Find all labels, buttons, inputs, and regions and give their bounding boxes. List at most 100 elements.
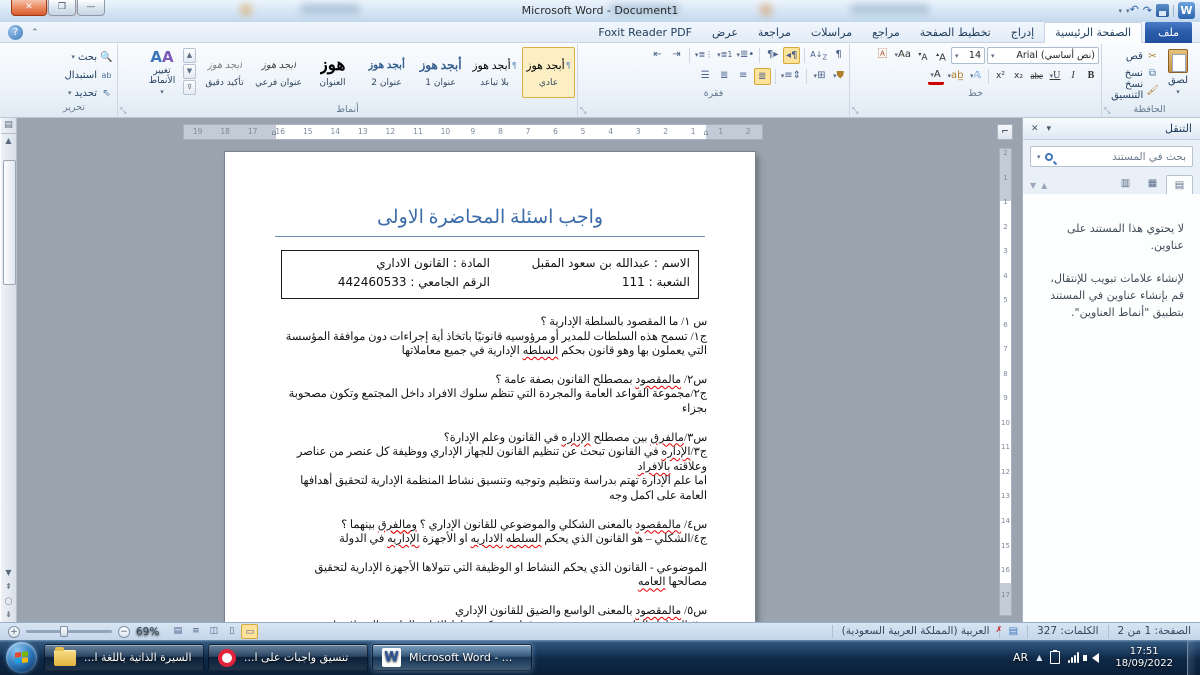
proofing-errors-icon[interactable]: ▤✗ — [999, 625, 1027, 638]
tab-browse-pages[interactable]: ▦ — [1139, 174, 1166, 195]
document-body[interactable]: س ١/ ما المقصود بالسلطة الإدارية ؟ج١/ تس… — [273, 315, 707, 622]
dialog-launcher-icon[interactable]: ⤡ — [852, 107, 858, 115]
strikethrough-button[interactable]: abe — [1029, 68, 1046, 85]
reading-view-icon[interactable]: ▯ — [223, 624, 240, 639]
left-indent-marker[interactable]: ⌂ — [270, 127, 278, 138]
close-button[interactable]: ✕ — [11, 0, 47, 16]
previous-page-icon[interactable]: ⇞ — [1, 580, 16, 594]
dialog-launcher-icon[interactable]: ⤡ — [580, 107, 586, 115]
show-paragraph-marks-button[interactable]: ¶ — [830, 47, 847, 64]
vertical-ruler[interactable]: 211234567891011121314151617 — [999, 148, 1012, 616]
word-count[interactable]: الكلمات: 327 — [1027, 625, 1107, 638]
tab-home[interactable]: الصفحة الرئيسية — [1044, 22, 1142, 43]
numbering-button[interactable]: 1≣▾ — [716, 47, 733, 64]
style-normal[interactable]: ¶أبجد هوزعادي — [522, 47, 575, 98]
align-right-button[interactable]: ≣ — [754, 68, 771, 85]
superscript-button[interactable]: x² — [993, 68, 1009, 85]
page-indicator[interactable]: الصفحة: 1 من 2 — [1108, 625, 1200, 638]
replace-button[interactable]: abاستبدال — [33, 67, 115, 83]
font-name-combo[interactable]: (نص أساسي) Arial▾ — [987, 47, 1099, 64]
chevron-down-icon[interactable]: ▾ — [1037, 153, 1041, 161]
undo-icon[interactable]: ↶▾ — [1126, 2, 1139, 19]
volume-icon[interactable] — [1087, 653, 1099, 663]
scrollbar-thumb[interactable] — [3, 160, 16, 285]
font-size-combo[interactable]: 14▾ — [951, 47, 985, 64]
change-styles-button[interactable]: AA تغيير الأنماط ▾ — [141, 45, 183, 97]
style-heading1[interactable]: أبجد هوزعنوان 1 — [414, 47, 467, 98]
tab-mailings[interactable]: مراسلات — [801, 22, 862, 43]
language-indicator[interactable]: العربية (المملكة العربية السعودية) — [832, 625, 999, 638]
taskbar-button-word[interactable]: WMicrosoft Word - ... — [372, 644, 532, 671]
tab-file[interactable]: ملف — [1145, 22, 1192, 43]
restore-button[interactable]: ❐ — [48, 0, 76, 16]
ruler-toggle-icon[interactable]: ▤ — [1, 118, 16, 134]
italic-button[interactable]: I — [1065, 68, 1081, 85]
action-center-icon[interactable] — [1050, 651, 1060, 664]
zoom-slider[interactable] — [26, 630, 112, 633]
tab-browse-results[interactable]: ▥ — [1112, 174, 1139, 195]
grow-font-button[interactable]: A▴ — [933, 47, 949, 64]
next-result-icon[interactable]: ▼ — [1030, 181, 1036, 190]
zoom-level[interactable]: 69% — [136, 626, 159, 638]
save-icon[interactable] — [1156, 4, 1169, 17]
cut-button[interactable]: ✂قص — [1104, 48, 1161, 64]
subscript-button[interactable]: x₂ — [1011, 68, 1027, 85]
web-layout-icon[interactable]: ◫ — [205, 624, 222, 639]
outline-view-icon[interactable]: ≡ — [187, 624, 204, 639]
tab-review[interactable]: مراجعة — [748, 22, 801, 43]
style-title[interactable]: هوزالعنوان — [306, 47, 359, 98]
minimize-button[interactable]: — — [77, 0, 105, 16]
format-painter-button[interactable]: 🖌نسخ التنسيق — [1104, 82, 1161, 98]
taskbar-button-opera[interactable]: تنسيق واجبات على ا... — [208, 644, 368, 671]
hidden-icons-icon[interactable]: ▲ — [1036, 653, 1042, 662]
tab-insert[interactable]: إدراج — [1001, 22, 1044, 43]
tab-references[interactable]: مراجع — [862, 22, 910, 43]
find-button[interactable]: 🔍بحث▾ — [33, 49, 115, 65]
previous-result-icon[interactable]: ▲ — [1041, 181, 1047, 190]
style-no-spacing[interactable]: ¶أبجد هوزبلا تباعد — [468, 47, 521, 98]
align-left-button[interactable]: ≣ — [716, 68, 733, 85]
zoom-in-icon[interactable]: + — [8, 626, 20, 638]
ltr-direction-button[interactable]: ▸¶ — [764, 47, 781, 64]
font-color-button[interactable]: A▾ — [928, 69, 944, 85]
select-browse-object-icon[interactable]: ◯ — [1, 594, 16, 608]
zoom-slider-thumb[interactable] — [60, 626, 68, 637]
next-page-icon[interactable]: ⇟ — [1, 608, 16, 622]
text-effects-button[interactable]: 𝔸▾ — [968, 68, 984, 85]
line-spacing-button[interactable]: ⇕≡▾ — [780, 68, 802, 85]
print-layout-icon[interactable]: ▭ — [241, 624, 258, 639]
tab-foxit[interactable]: Foxit Reader PDF — [588, 22, 702, 43]
tab-stop-selector[interactable]: ⌐ — [997, 124, 1013, 140]
multilevel-list-button[interactable]: ⋮≣▾ — [694, 47, 714, 64]
right-indent-marker[interactable]: ⌂ — [702, 127, 710, 138]
tab-browse-headings[interactable]: ▤ — [1166, 175, 1193, 196]
increase-indent-button[interactable]: ⇤ — [649, 47, 666, 64]
bullets-button[interactable]: •≣▾ — [735, 47, 755, 64]
select-button[interactable]: ⇖تحديد▾ — [33, 85, 115, 101]
start-button[interactable] — [6, 642, 37, 673]
scroll-up-icon[interactable]: ▲ — [1, 134, 16, 148]
search-input[interactable]: بحث في المستند ▾ — [1030, 146, 1193, 167]
style-heading2[interactable]: أبجد هوزعنوان 2 — [360, 47, 413, 98]
draft-view-icon[interactable]: ▤ — [169, 624, 186, 639]
scroll-down-icon[interactable]: ▼ — [1, 566, 16, 580]
document-page[interactable]: واجب اسئلة المحاضرة الاولى الاسم : عبدال… — [225, 152, 755, 622]
bold-button[interactable]: B — [1083, 68, 1099, 85]
clock[interactable]: 17:51 18/09/2022 — [1109, 646, 1179, 670]
paste-button[interactable]: لصق ▾ — [1161, 45, 1195, 96]
style-subtitle[interactable]: أبجد هوزعنوان فرعي — [252, 47, 305, 98]
borders-button[interactable]: ⊞▾ — [811, 68, 828, 85]
sort-button[interactable]: A↓Z — [809, 47, 828, 64]
zoom-out-icon[interactable]: − — [118, 626, 130, 638]
shrink-font-button[interactable]: A▾ — [915, 47, 931, 64]
network-icon[interactable] — [1068, 652, 1079, 663]
clear-formatting-button[interactable]: 🄰 — [875, 47, 891, 64]
help-icon[interactable]: ? — [8, 25, 23, 40]
tab-page-layout[interactable]: تخطيط الصفحة — [910, 22, 1001, 43]
horizontal-ruler[interactable]: 2112345678910111213141516171819 ⌂ ⌂ — [183, 124, 763, 140]
vertical-scrollbar[interactable]: ▤ ▲ ▼ ⇞ ◯ ⇟ — [0, 118, 17, 622]
gallery-down-icon[interactable]: ▼ — [183, 64, 196, 79]
underline-button[interactable]: U▾ — [1047, 68, 1063, 85]
change-case-button[interactable]: Aa▾ — [893, 47, 913, 64]
shading-button[interactable]: ⛊▾ — [830, 68, 847, 85]
